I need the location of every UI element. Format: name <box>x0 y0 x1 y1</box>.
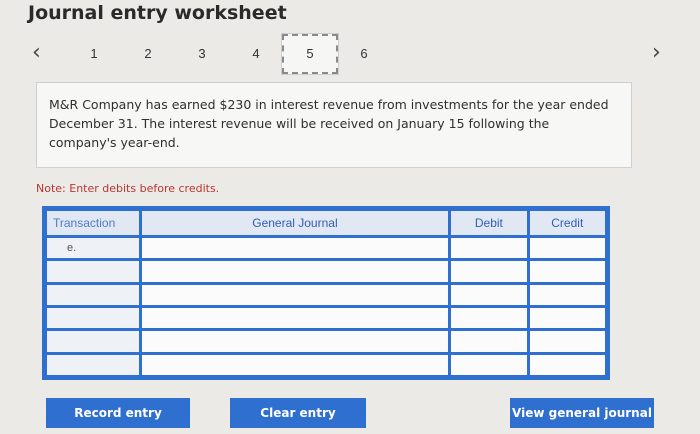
table-row <box>47 261 605 282</box>
page-title: Journal entry worksheet <box>28 2 287 24</box>
table-row <box>47 354 605 375</box>
record-entry-button[interactable]: Record entry <box>46 398 190 428</box>
transaction-cell <box>47 307 139 329</box>
debit-input[interactable] <box>451 331 527 352</box>
journal-table: Transaction General Journal Debit Credit… <box>42 206 610 380</box>
transaction-cell: e. <box>47 238 139 259</box>
credit-input[interactable] <box>529 261 605 282</box>
page-4[interactable]: 4 <box>244 46 268 61</box>
account-input[interactable] <box>141 238 449 259</box>
note-text: Note: Enter debits before credits. <box>36 182 220 195</box>
table-row <box>47 307 605 329</box>
table-row <box>47 331 605 352</box>
credit-input[interactable] <box>529 331 605 352</box>
account-input[interactable] <box>141 284 449 305</box>
header-credit: Credit <box>529 211 605 235</box>
account-input[interactable] <box>141 261 449 282</box>
clear-entry-button[interactable]: Clear entry <box>230 398 366 428</box>
debit-input[interactable] <box>451 284 527 305</box>
debit-input[interactable] <box>451 307 527 329</box>
debit-input[interactable] <box>451 238 527 259</box>
question-text: M&R Company has earned $230 in interest … <box>36 82 632 168</box>
header-transaction: Transaction <box>47 211 139 235</box>
account-input[interactable] <box>141 331 449 352</box>
page-1[interactable]: 1 <box>82 46 106 61</box>
account-input[interactable] <box>141 354 449 375</box>
debit-input[interactable] <box>451 261 527 282</box>
header-general-journal: General Journal <box>141 211 449 235</box>
transaction-cell <box>47 284 139 305</box>
chevron-left-icon[interactable]: ‹ <box>32 40 41 65</box>
page-3[interactable]: 3 <box>190 46 214 61</box>
chevron-right-icon[interactable]: › <box>652 40 661 65</box>
transaction-cell <box>47 331 139 352</box>
page-2[interactable]: 2 <box>136 46 160 61</box>
credit-input[interactable] <box>529 354 605 375</box>
account-input[interactable] <box>141 307 449 329</box>
header-debit: Debit <box>451 211 527 235</box>
page-6[interactable]: 6 <box>352 46 376 61</box>
view-general-journal-button[interactable]: View general journal <box>510 398 654 428</box>
table-row: e. <box>47 238 605 259</box>
debit-input[interactable] <box>451 354 527 375</box>
transaction-cell <box>47 354 139 375</box>
credit-input[interactable] <box>529 238 605 259</box>
credit-input[interactable] <box>529 307 605 329</box>
transaction-cell <box>47 261 139 282</box>
pagination: ‹ 1 2 3 4 5 6 › <box>0 33 700 80</box>
credit-input[interactable] <box>529 284 605 305</box>
page-5-active[interactable]: 5 <box>281 33 339 75</box>
table-row <box>47 284 605 305</box>
